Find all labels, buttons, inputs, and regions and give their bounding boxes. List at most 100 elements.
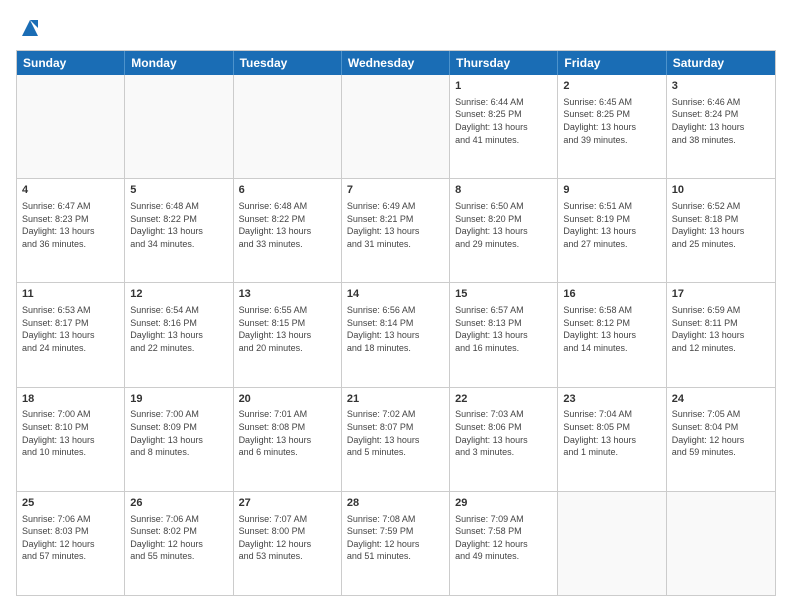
day-info: Sunrise: 6:51 AM Sunset: 8:19 PM Dayligh… bbox=[563, 200, 660, 250]
calendar-cell bbox=[667, 492, 775, 595]
day-info: Sunrise: 7:00 AM Sunset: 8:09 PM Dayligh… bbox=[130, 408, 227, 458]
day-info: Sunrise: 7:04 AM Sunset: 8:05 PM Dayligh… bbox=[563, 408, 660, 458]
day-info: Sunrise: 7:03 AM Sunset: 8:06 PM Dayligh… bbox=[455, 408, 552, 458]
day-info: Sunrise: 6:44 AM Sunset: 8:25 PM Dayligh… bbox=[455, 96, 552, 146]
day-info: Sunrise: 6:50 AM Sunset: 8:20 PM Dayligh… bbox=[455, 200, 552, 250]
day-number: 10 bbox=[672, 183, 770, 198]
day-number: 25 bbox=[22, 496, 119, 511]
calendar-body: 1 Sunrise: 6:44 AM Sunset: 8:25 PM Daylig… bbox=[17, 75, 775, 595]
day-info: Sunrise: 6:47 AM Sunset: 8:23 PM Dayligh… bbox=[22, 200, 119, 250]
calendar-cell: 6 Sunrise: 6:48 AM Sunset: 8:22 PM Daylig… bbox=[234, 179, 342, 282]
day-info: Sunrise: 7:09 AM Sunset: 7:58 PM Dayligh… bbox=[455, 513, 552, 563]
calendar-cell: 27 Sunrise: 7:07 AM Sunset: 8:00 PM Dayli… bbox=[234, 492, 342, 595]
day-number: 20 bbox=[239, 392, 336, 407]
calendar-cell: 5 Sunrise: 6:48 AM Sunset: 8:22 PM Daylig… bbox=[125, 179, 233, 282]
calendar-cell: 13Sunrise: 6:55 AM Sunset: 8:15 PM Dayli… bbox=[234, 283, 342, 386]
calendar-row: 1 Sunrise: 6:44 AM Sunset: 8:25 PM Daylig… bbox=[17, 75, 775, 178]
header bbox=[16, 16, 776, 40]
weekday-header: Sunday bbox=[17, 51, 125, 75]
day-number: 16 bbox=[563, 287, 660, 302]
day-info: Sunrise: 6:53 AM Sunset: 8:17 PM Dayligh… bbox=[22, 304, 119, 354]
calendar-cell: 14 Sunrise: 6:56 AM Sunset: 8:14 PM Dayli… bbox=[342, 283, 450, 386]
logo bbox=[16, 16, 42, 40]
weekday-header: Wednesday bbox=[342, 51, 450, 75]
day-number: 27 bbox=[239, 496, 336, 511]
calendar-cell bbox=[17, 75, 125, 178]
calendar-cell: 19Sunrise: 7:00 AM Sunset: 8:09 PM Dayli… bbox=[125, 388, 233, 491]
calendar-cell: 29Sunrise: 7:09 AM Sunset: 7:58 PM Dayli… bbox=[450, 492, 558, 595]
day-number: 24 bbox=[672, 392, 770, 407]
day-info: Sunrise: 6:56 AM Sunset: 8:14 PM Dayligh… bbox=[347, 304, 444, 354]
day-info: Sunrise: 7:01 AM Sunset: 8:08 PM Dayligh… bbox=[239, 408, 336, 458]
calendar-cell: 18Sunrise: 7:00 AM Sunset: 8:10 PM Dayli… bbox=[17, 388, 125, 491]
calendar-cell bbox=[342, 75, 450, 178]
calendar-header: SundayMondayTuesdayWednesdayThursdayFrid… bbox=[17, 51, 775, 75]
day-info: Sunrise: 6:57 AM Sunset: 8:13 PM Dayligh… bbox=[455, 304, 552, 354]
day-info: Sunrise: 6:59 AM Sunset: 8:11 PM Dayligh… bbox=[672, 304, 770, 354]
day-number: 22 bbox=[455, 392, 552, 407]
calendar-row: 4 Sunrise: 6:47 AM Sunset: 8:23 PM Daylig… bbox=[17, 178, 775, 282]
day-number: 17 bbox=[672, 287, 770, 302]
day-info: Sunrise: 6:46 AM Sunset: 8:24 PM Dayligh… bbox=[672, 96, 770, 146]
calendar-cell: 17 Sunrise: 6:59 AM Sunset: 8:11 PM Dayli… bbox=[667, 283, 775, 386]
calendar-cell bbox=[558, 492, 666, 595]
calendar-cell: 12 Sunrise: 6:54 AM Sunset: 8:16 PM Dayli… bbox=[125, 283, 233, 386]
day-number: 15 bbox=[455, 287, 552, 302]
day-number: 13 bbox=[239, 287, 336, 302]
calendar-row: 25 Sunrise: 7:06 AM Sunset: 8:03 PM Dayli… bbox=[17, 491, 775, 595]
day-info: Sunrise: 7:07 AM Sunset: 8:00 PM Dayligh… bbox=[239, 513, 336, 563]
calendar-cell: 16 Sunrise: 6:58 AM Sunset: 8:12 PM Dayli… bbox=[558, 283, 666, 386]
weekday-header: Monday bbox=[125, 51, 233, 75]
day-number: 2 bbox=[563, 79, 660, 94]
calendar-cell: 1 Sunrise: 6:44 AM Sunset: 8:25 PM Daylig… bbox=[450, 75, 558, 178]
calendar-cell bbox=[125, 75, 233, 178]
day-info: Sunrise: 7:02 AM Sunset: 8:07 PM Dayligh… bbox=[347, 408, 444, 458]
calendar-cell: 9 Sunrise: 6:51 AM Sunset: 8:19 PM Daylig… bbox=[558, 179, 666, 282]
logo-text bbox=[16, 16, 42, 40]
day-number: 14 bbox=[347, 287, 444, 302]
day-number: 21 bbox=[347, 392, 444, 407]
calendar-cell: 22Sunrise: 7:03 AM Sunset: 8:06 PM Dayli… bbox=[450, 388, 558, 491]
calendar-cell: 10 Sunrise: 6:52 AM Sunset: 8:18 PM Dayli… bbox=[667, 179, 775, 282]
calendar-cell: 20Sunrise: 7:01 AM Sunset: 8:08 PM Dayli… bbox=[234, 388, 342, 491]
day-info: Sunrise: 6:52 AM Sunset: 8:18 PM Dayligh… bbox=[672, 200, 770, 250]
calendar-cell: 15 Sunrise: 6:57 AM Sunset: 8:13 PM Dayli… bbox=[450, 283, 558, 386]
calendar-row: 18Sunrise: 7:00 AM Sunset: 8:10 PM Dayli… bbox=[17, 387, 775, 491]
day-number: 5 bbox=[130, 183, 227, 198]
weekday-header: Friday bbox=[558, 51, 666, 75]
day-info: Sunrise: 7:08 AM Sunset: 7:59 PM Dayligh… bbox=[347, 513, 444, 563]
day-info: Sunrise: 7:06 AM Sunset: 8:03 PM Dayligh… bbox=[22, 513, 119, 563]
day-info: Sunrise: 7:06 AM Sunset: 8:02 PM Dayligh… bbox=[130, 513, 227, 563]
day-number: 1 bbox=[455, 79, 552, 94]
day-info: Sunrise: 6:54 AM Sunset: 8:16 PM Dayligh… bbox=[130, 304, 227, 354]
day-number: 23 bbox=[563, 392, 660, 407]
weekday-header: Tuesday bbox=[234, 51, 342, 75]
weekday-header: Thursday bbox=[450, 51, 558, 75]
calendar-cell: 28Sunrise: 7:08 AM Sunset: 7:59 PM Dayli… bbox=[342, 492, 450, 595]
weekday-header: Saturday bbox=[667, 51, 775, 75]
calendar-cell: 7Sunrise: 6:49 AM Sunset: 8:21 PM Daylig… bbox=[342, 179, 450, 282]
day-number: 19 bbox=[130, 392, 227, 407]
day-number: 3 bbox=[672, 79, 770, 94]
day-info: Sunrise: 6:48 AM Sunset: 8:22 PM Dayligh… bbox=[130, 200, 227, 250]
calendar: SundayMondayTuesdayWednesdayThursdayFrid… bbox=[16, 50, 776, 596]
day-info: Sunrise: 7:05 AM Sunset: 8:04 PM Dayligh… bbox=[672, 408, 770, 458]
day-number: 11 bbox=[22, 287, 119, 302]
calendar-cell bbox=[234, 75, 342, 178]
calendar-cell: 21Sunrise: 7:02 AM Sunset: 8:07 PM Dayli… bbox=[342, 388, 450, 491]
calendar-cell: 25 Sunrise: 7:06 AM Sunset: 8:03 PM Dayli… bbox=[17, 492, 125, 595]
day-number: 4 bbox=[22, 183, 119, 198]
day-number: 9 bbox=[563, 183, 660, 198]
day-number: 8 bbox=[455, 183, 552, 198]
calendar-row: 11 Sunrise: 6:53 AM Sunset: 8:17 PM Dayli… bbox=[17, 282, 775, 386]
day-info: Sunrise: 6:48 AM Sunset: 8:22 PM Dayligh… bbox=[239, 200, 336, 250]
calendar-cell: 4 Sunrise: 6:47 AM Sunset: 8:23 PM Daylig… bbox=[17, 179, 125, 282]
calendar-cell: 3 Sunrise: 6:46 AM Sunset: 8:24 PM Daylig… bbox=[667, 75, 775, 178]
day-info: Sunrise: 6:45 AM Sunset: 8:25 PM Dayligh… bbox=[563, 96, 660, 146]
page: SundayMondayTuesdayWednesdayThursdayFrid… bbox=[0, 0, 792, 612]
calendar-cell: 8 Sunrise: 6:50 AM Sunset: 8:20 PM Daylig… bbox=[450, 179, 558, 282]
day-info: Sunrise: 6:58 AM Sunset: 8:12 PM Dayligh… bbox=[563, 304, 660, 354]
day-number: 12 bbox=[130, 287, 227, 302]
day-number: 6 bbox=[239, 183, 336, 198]
calendar-cell: 24Sunrise: 7:05 AM Sunset: 8:04 PM Dayli… bbox=[667, 388, 775, 491]
